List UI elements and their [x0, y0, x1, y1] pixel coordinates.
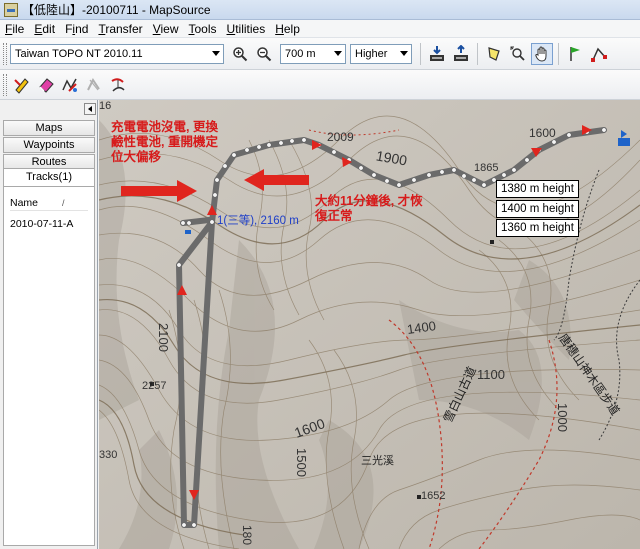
map-view[interactable]: 2009 1900 1600 1865 1400 1100 1000 2100 …: [99, 100, 640, 549]
send-to-device-icon: [454, 44, 468, 61]
menu-tools[interactable]: Tools: [184, 22, 222, 36]
map-product-value: Taiwan TOPO NT 2010.11: [15, 47, 143, 60]
left-panel: Maps Waypoints Routes Tracks(1) Name / 2…: [0, 100, 98, 549]
collapse-panel-button[interactable]: [84, 103, 96, 115]
edit-toolbar: [0, 70, 640, 100]
main-toolbar: Taiwan TOPO NT 2010.11 700 m Higher: [0, 38, 640, 70]
height-callout[interactable]: 1400 m height: [496, 200, 579, 218]
divide-track-icon: [87, 77, 100, 90]
menu-find[interactable]: Find: [60, 22, 93, 36]
mapsource-window: 【低陸山】-20100711 - MapSource File Edit Fin…: [0, 0, 640, 549]
selection-tool-icon: [488, 46, 500, 61]
recovery-annotation: 大約11分鐘後, 才恢 復正常: [315, 194, 423, 223]
contour-label: 1600: [529, 126, 556, 140]
zoom-out-icon: [257, 46, 272, 61]
toolbar-separator: [420, 42, 421, 65]
track-list: Name / 2010-07-11-A: [3, 186, 95, 546]
menu-help[interactable]: Help: [270, 22, 305, 36]
selection-tool-button[interactable]: [483, 43, 505, 65]
zoom-in-button[interactable]: [229, 43, 251, 65]
menu-bar: File Edit Find Transfer View Tools Utili…: [0, 20, 640, 38]
contour-label: 180: [240, 524, 255, 546]
zoom-in-icon: [233, 46, 248, 61]
track-edit-icon: [62, 78, 77, 92]
toolbar-grip[interactable]: [3, 73, 7, 96]
route-tool-icon: [591, 47, 607, 62]
pencil-tool-button[interactable]: [11, 74, 33, 96]
chevron-down-icon: [400, 51, 408, 56]
toolbar-grip[interactable]: [3, 42, 7, 65]
map-canvas: [99, 100, 640, 549]
menu-edit[interactable]: Edit: [29, 22, 60, 36]
place-label: 三光溪: [361, 455, 394, 467]
toolbar-separator: [477, 42, 478, 65]
contour-label: 1000: [554, 403, 570, 432]
sort-indicator: /: [62, 197, 65, 208]
detail-level-select[interactable]: Higher: [350, 43, 412, 64]
hand-pan-tool-button[interactable]: [531, 42, 553, 65]
menu-view[interactable]: View: [148, 22, 184, 36]
waypoint-flag-icon: [570, 46, 580, 61]
summit-waypoint-label[interactable]: 1(三等), 2160 m: [217, 212, 299, 228]
receive-from-device-icon: [430, 45, 444, 61]
contour-label: 1100: [477, 367, 505, 382]
menu-file[interactable]: File: [0, 22, 29, 36]
send-to-device-button[interactable]: [450, 43, 472, 65]
zoom-out-button[interactable]: [253, 43, 275, 65]
height-callout[interactable]: 1380 m height: [496, 180, 579, 198]
chevron-down-icon: [212, 51, 220, 56]
toolbar-separator: [558, 42, 559, 65]
detail-level-value: Higher: [355, 47, 388, 60]
zoom-tool-button[interactable]: [507, 43, 529, 65]
app-icon: [4, 2, 18, 17]
title-bar: 【低陸山】-20100711 - MapSource: [0, 0, 640, 20]
contour-label: 2257: [142, 380, 167, 392]
divide-track-tool-button[interactable]: [83, 74, 105, 96]
contour-label: 330: [99, 449, 118, 461]
tab-waypoints[interactable]: Waypoints: [3, 137, 95, 153]
contour-label: 2100: [155, 323, 171, 352]
waypoint-tool-button[interactable]: [564, 43, 586, 65]
join-track-tool-button[interactable]: [107, 74, 129, 96]
menu-utilities[interactable]: Utilities: [222, 22, 271, 36]
menu-transfer[interactable]: Transfer: [93, 22, 147, 36]
map-product-select[interactable]: Taiwan TOPO NT 2010.11: [10, 43, 224, 64]
route-tool-button[interactable]: [588, 43, 610, 65]
eraser-tool-button[interactable]: [35, 74, 57, 96]
list-item[interactable]: 2010-07-11-A: [10, 217, 90, 232]
chevron-down-icon: [334, 51, 342, 56]
track-list-header-name[interactable]: Name /: [10, 195, 88, 211]
zoom-tool-icon: [510, 46, 525, 61]
eraser-icon: [39, 77, 54, 93]
contour-label: 1500: [293, 448, 309, 477]
tab-maps[interactable]: Maps: [3, 120, 95, 136]
track-edit-tool-button[interactable]: [59, 74, 81, 96]
receive-from-device-button[interactable]: [426, 43, 448, 65]
join-track-icon: [111, 77, 125, 92]
contour-label: 1652: [421, 490, 446, 502]
summit-waypoint-flag: [185, 230, 191, 234]
column-header-name: Name: [10, 196, 39, 209]
contour-label: 16: [99, 100, 112, 112]
height-callout[interactable]: 1360 m height: [496, 219, 579, 237]
pencil-icon: [14, 77, 29, 94]
hand-icon: [535, 45, 547, 62]
battery-annotation: 充電電池沒電, 更換 鹼性電池, 重開機定 位大偏移: [111, 120, 218, 164]
contour-label: 1865: [474, 162, 499, 174]
zoom-level-value: 700 m: [285, 47, 316, 60]
zoom-level-select[interactable]: 700 m: [280, 43, 346, 64]
window-title: 【低陸山】-20100711 - MapSource: [22, 3, 211, 17]
tab-tracks[interactable]: Tracks(1): [3, 168, 95, 186]
contour-label: 2009: [327, 130, 354, 144]
